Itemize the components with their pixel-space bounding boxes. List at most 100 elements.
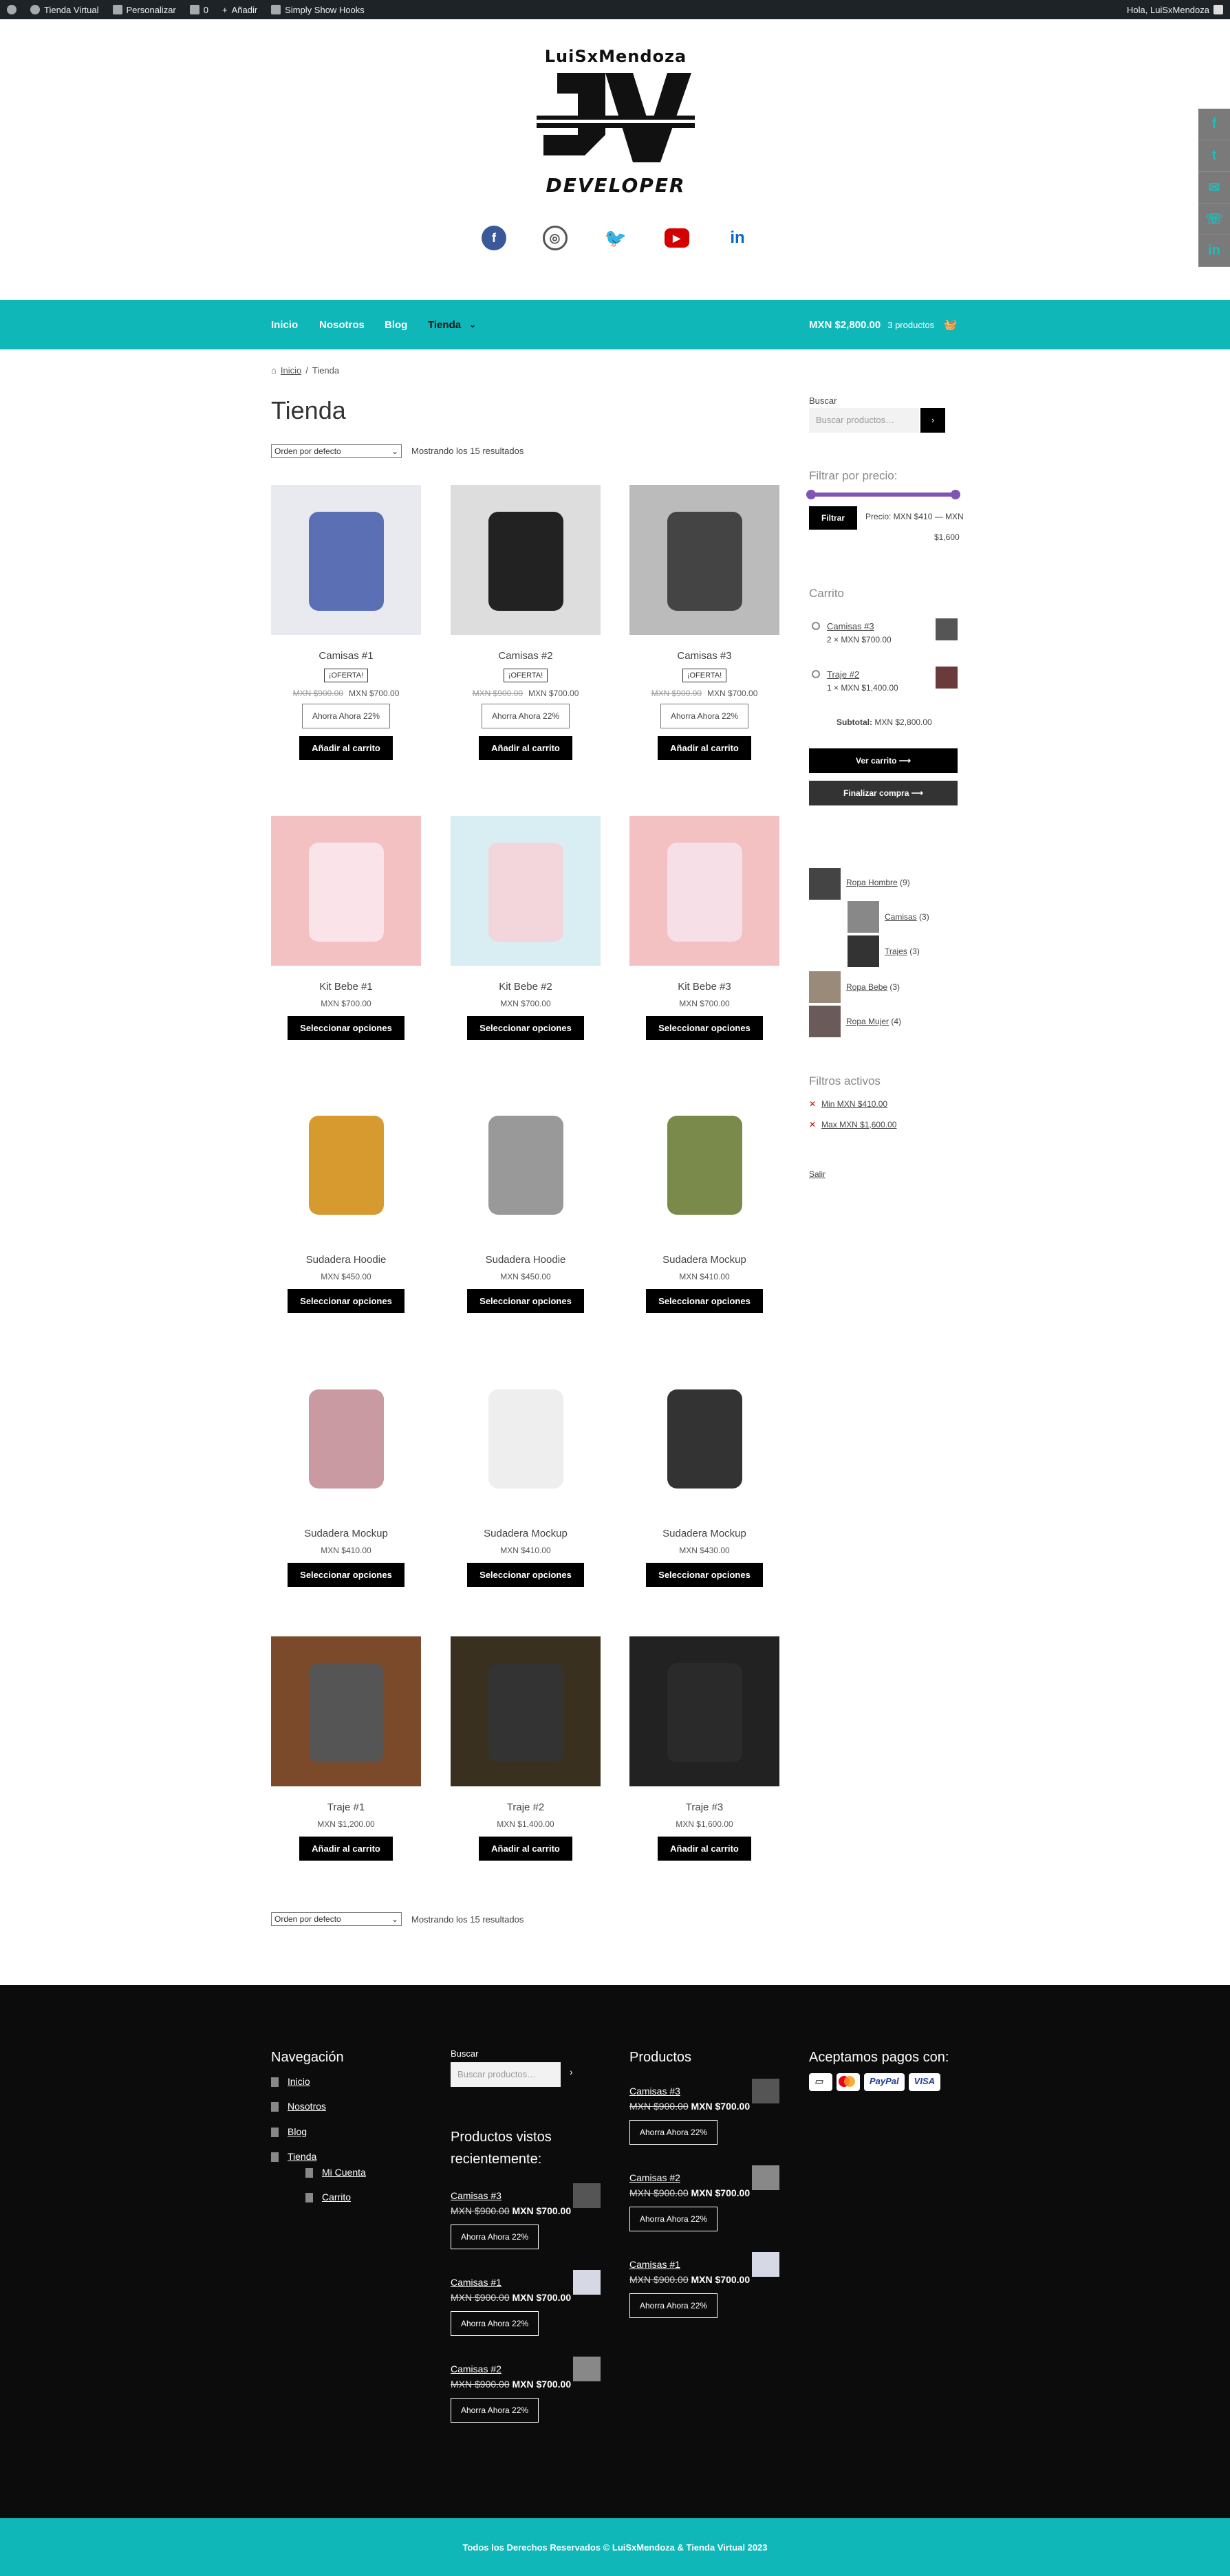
sidebar-search-input[interactable]: Buscar productos… xyxy=(809,408,919,433)
footer-search-input[interactable]: Buscar productos… xyxy=(451,2062,561,2087)
product-title[interactable]: Sudadera Hoodie xyxy=(451,1254,601,1266)
product-title[interactable]: Sudadera Hoodie xyxy=(271,1254,421,1266)
nav-item-inicio[interactable]: Inicio xyxy=(271,300,298,349)
cart-item-link[interactable]: Traje #2 xyxy=(827,669,859,680)
product-title[interactable]: Sudadera Mockup xyxy=(629,1528,779,1539)
nav-item-blog[interactable]: Blog xyxy=(385,300,407,349)
exit-link[interactable]: Salir xyxy=(809,1169,826,1179)
select-options-button[interactable]: Seleccionar opciones xyxy=(467,1016,584,1040)
header-cart[interactable]: MXN $2,800.00 3 productos 🧺 xyxy=(809,300,957,349)
select-options-button[interactable]: Seleccionar opciones xyxy=(646,1016,763,1040)
facebook-share-icon[interactable]: f xyxy=(1198,109,1230,140)
product-image[interactable] xyxy=(451,485,601,635)
linkedin-share-icon[interactable]: in xyxy=(1198,235,1230,267)
whatsapp-share-icon[interactable]: ☏ xyxy=(1198,204,1230,235)
price-slider-max-handle[interactable] xyxy=(951,490,960,499)
select-options-button[interactable]: Seleccionar opciones xyxy=(288,1016,404,1040)
remove-item-icon[interactable] xyxy=(812,670,820,678)
checkout-button[interactable]: Finalizar compra ⟶ xyxy=(809,781,958,805)
category-ropa-bebe[interactable]: Ropa Bebe (3) xyxy=(846,982,900,992)
wordpress-logo-icon[interactable] xyxy=(0,0,23,19)
add-to-cart-button[interactable]: Añadir al carrito xyxy=(479,736,572,760)
footer-link-tienda[interactable]: Tienda xyxy=(288,2151,316,2162)
category-ropa-hombre[interactable]: Ropa Hombre (9) xyxy=(846,878,910,887)
twitter-icon[interactable]: 🐦 xyxy=(603,226,628,250)
product-title[interactable]: Sudadera Mockup xyxy=(451,1528,601,1539)
twitter-share-icon[interactable]: t xyxy=(1198,140,1230,172)
sort-select-bottom[interactable]: Orden por defecto ⌄ xyxy=(271,1912,402,1926)
account-menu[interactable]: Hola, LuiSxMendoza xyxy=(1120,0,1230,19)
site-logo[interactable]: LuiSxMendoza DEVELOPER xyxy=(537,47,695,212)
cart-item-link[interactable]: Camisas #3 xyxy=(827,621,874,631)
add-to-cart-button[interactable]: Añadir al carrito xyxy=(299,736,393,760)
category-camisas[interactable]: Camisas (3) xyxy=(885,912,929,922)
product-title[interactable]: Kit Bebe #1 xyxy=(271,981,421,993)
product-title[interactable]: Kit Bebe #3 xyxy=(629,981,779,993)
facebook-icon[interactable]: f xyxy=(482,226,506,250)
nav-item-nosotros[interactable]: Nosotros xyxy=(319,300,365,349)
active-filter-max[interactable]: ✕ Max MXN $1,600.00 xyxy=(809,1120,896,1129)
select-options-button[interactable]: Seleccionar opciones xyxy=(288,1563,404,1587)
instagram-icon[interactable]: ◎ xyxy=(542,226,568,250)
linkedin-icon[interactable]: in xyxy=(725,226,750,250)
add-to-cart-button[interactable]: Añadir al carrito xyxy=(658,1837,751,1861)
select-options-button[interactable]: Seleccionar opciones xyxy=(467,1563,584,1587)
product-title[interactable]: Camisas #2 xyxy=(451,650,601,662)
product-title[interactable]: Sudadera Mockup xyxy=(629,1254,779,1266)
product-title[interactable]: Traje #2 xyxy=(451,1801,601,1813)
product-image[interactable] xyxy=(629,816,779,966)
sidebar-search-button[interactable]: › xyxy=(920,408,945,433)
view-cart-button[interactable]: Ver carrito ⟶ xyxy=(809,748,958,773)
footer-link-carrito[interactable]: Carrito xyxy=(322,2191,351,2202)
product-image[interactable] xyxy=(271,816,421,966)
product-image[interactable] xyxy=(629,1363,779,1513)
footer-link-mi-cuenta[interactable]: Mi Cuenta xyxy=(322,2167,366,2178)
product-title[interactable]: Camisas #3 xyxy=(629,650,779,662)
active-filter-min[interactable]: ✕ Min MXN $410.00 xyxy=(809,1099,887,1109)
product-image[interactable] xyxy=(271,485,421,635)
add-to-cart-button[interactable]: Añadir al carrito xyxy=(479,1837,572,1861)
select-options-button[interactable]: Seleccionar opciones xyxy=(646,1289,763,1313)
product-image[interactable] xyxy=(271,1636,421,1786)
remove-item-icon[interactable] xyxy=(812,622,820,630)
product-title[interactable]: Sudadera Mockup xyxy=(271,1528,421,1539)
price-slider-min-handle[interactable] xyxy=(806,490,816,499)
product-image[interactable] xyxy=(629,1636,779,1786)
email-share-icon[interactable]: ✉ xyxy=(1198,172,1230,204)
product-image[interactable] xyxy=(629,485,779,635)
filter-button[interactable]: Filtrar xyxy=(809,506,858,530)
footer-link-inicio[interactable]: Inicio xyxy=(288,2076,310,2087)
breadcrumb-home-link[interactable]: Inicio xyxy=(281,365,301,376)
footer-product-link[interactable]: Camisas #3 xyxy=(629,2086,680,2097)
comments-link[interactable]: 0 xyxy=(183,0,215,19)
customize-link[interactable]: Personalizar xyxy=(106,0,183,19)
footer-product-link[interactable]: Camisas #3 xyxy=(451,2190,501,2201)
footer-link-nosotros[interactable]: Nosotros xyxy=(288,2101,326,2112)
product-title[interactable]: Camisas #1 xyxy=(271,650,421,662)
footer-product-link[interactable]: Camisas #2 xyxy=(451,2363,501,2374)
site-name-link[interactable]: Tienda Virtual xyxy=(23,0,106,19)
select-options-button[interactable]: Seleccionar opciones xyxy=(646,1563,763,1587)
product-title[interactable]: Traje #1 xyxy=(271,1801,421,1813)
product-title[interactable]: Traje #3 xyxy=(629,1801,779,1813)
category-ropa-mujer[interactable]: Ropa Mujer (4) xyxy=(846,1017,901,1026)
category-trajes[interactable]: Trajes (3) xyxy=(885,946,920,956)
footer-search-button[interactable]: › xyxy=(570,2066,573,2077)
select-options-button[interactable]: Seleccionar opciones xyxy=(467,1289,584,1313)
product-title[interactable]: Kit Bebe #2 xyxy=(451,981,601,993)
add-to-cart-button[interactable]: Añadir al carrito xyxy=(658,736,751,760)
add-to-cart-button[interactable]: Añadir al carrito xyxy=(299,1837,393,1861)
nav-item-tienda[interactable]: Tienda ⌄ xyxy=(428,300,476,349)
select-options-button[interactable]: Seleccionar opciones xyxy=(288,1289,404,1313)
product-image[interactable] xyxy=(451,1089,601,1239)
product-image[interactable] xyxy=(451,816,601,966)
sort-select-top[interactable]: Orden por defecto ⌄ xyxy=(271,444,402,458)
footer-product-link[interactable]: Camisas #2 xyxy=(629,2172,680,2183)
youtube-icon[interactable]: ▶ xyxy=(664,228,689,248)
footer-product-link[interactable]: Camisas #1 xyxy=(629,2259,680,2270)
simply-show-hooks-link[interactable]: Simply Show Hooks xyxy=(264,0,371,19)
product-image[interactable] xyxy=(629,1089,779,1239)
new-content-link[interactable]: + Añadir xyxy=(215,0,264,19)
footer-link-blog[interactable]: Blog xyxy=(288,2126,307,2137)
price-slider[interactable] xyxy=(809,493,958,497)
